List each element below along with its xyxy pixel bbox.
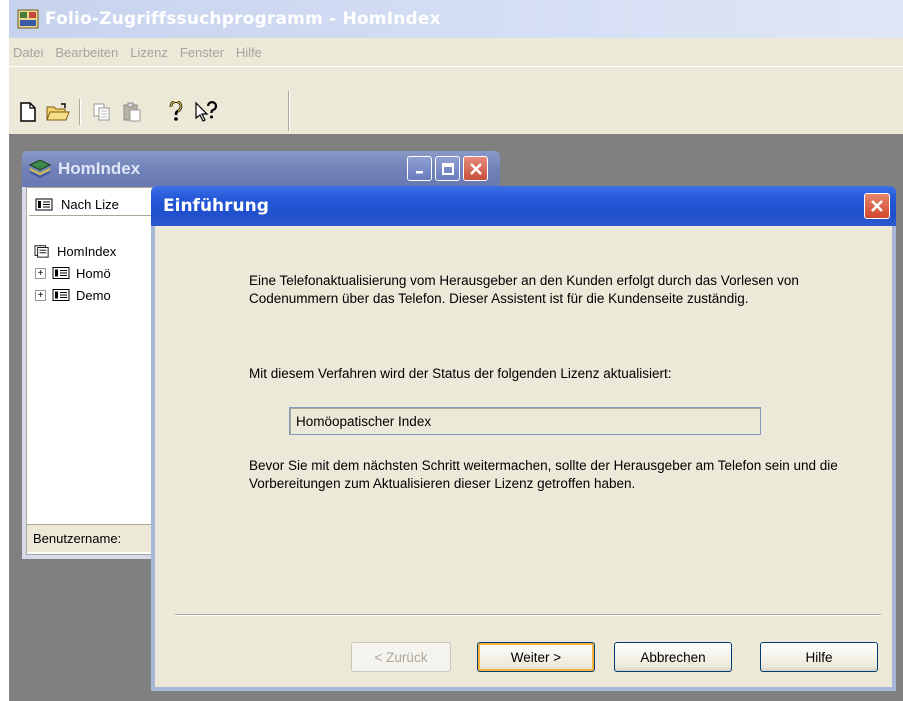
app-title: Folio-Zugriffssuchprogramm - HomIndex — [45, 9, 441, 29]
tab-nach-lizenz[interactable]: Nach Lize — [29, 194, 169, 216]
next-button[interactable]: Weiter > — [477, 642, 595, 672]
preparation-paragraph: Bevor Sie mit dem nächsten Schritt weite… — [249, 458, 838, 491]
tree-item-label: Demo — [76, 287, 111, 303]
cancel-button[interactable]: Abbrechen — [614, 642, 732, 672]
tree-item[interactable]: + Homö — [33, 262, 116, 284]
open-folder-icon[interactable] — [43, 97, 73, 127]
list-icon — [52, 267, 70, 279]
copy-icon[interactable] — [87, 97, 117, 127]
dialog-close-button[interactable] — [864, 193, 890, 219]
dialog-body: Eine Telefonaktualisierung vom Herausgeb… — [155, 226, 892, 687]
folio-app-icon — [17, 8, 39, 30]
dialog-divider — [175, 614, 881, 616]
tree-item-label: Homö — [76, 265, 111, 281]
new-document-icon[interactable] — [13, 97, 43, 127]
introduction-dialog: Einführung Eine Telefonaktualisierung vo… — [151, 186, 896, 691]
license-intro-text: Mit diesem Verfahren wird der Status der… — [249, 366, 672, 381]
toolbar — [9, 66, 903, 134]
menu-datei[interactable]: Datei — [13, 45, 43, 60]
menu-bar: Datei Bearbeiten Lizenz Fenster Hilfe — [9, 38, 903, 66]
expand-icon[interactable]: + — [35, 267, 46, 279]
license-name: Homöopatischer Index — [296, 413, 432, 429]
tab-label: Nach Lize — [61, 197, 119, 212]
toolbar-end-separator — [288, 91, 290, 131]
intro-paragraph: Eine Telefonaktualisierung vom Herausgeb… — [249, 273, 799, 306]
status-label: Benutzername: — [33, 531, 122, 546]
dialog-title: Einführung — [163, 196, 269, 216]
close-icon — [871, 200, 883, 212]
list-icon — [35, 198, 53, 211]
menu-bearbeiten[interactable]: Bearbeiten — [55, 45, 118, 60]
paste-icon[interactable] — [117, 97, 147, 127]
child-title: HomIndex — [58, 159, 141, 178]
maximize-button[interactable] — [435, 156, 460, 181]
tree-root[interactable]: HomIndex — [33, 240, 116, 262]
expand-icon[interactable]: + — [35, 289, 46, 301]
minimize-icon — [415, 170, 423, 173]
help-icon[interactable] — [161, 97, 191, 127]
maximize-icon — [441, 162, 454, 175]
menu-fenster[interactable]: Fenster — [180, 45, 224, 60]
dialog-titlebar[interactable]: Einführung — [151, 186, 896, 226]
menu-lizenz[interactable]: Lizenz — [130, 45, 168, 60]
context-help-icon[interactable] — [191, 97, 221, 127]
child-titlebar[interactable]: HomIndex — [22, 151, 500, 187]
library-icon — [34, 245, 49, 258]
tree-view: HomIndex + Homö + Demo — [33, 240, 116, 306]
close-button[interactable] — [463, 156, 488, 181]
tree-root-label: HomIndex — [57, 243, 117, 259]
back-button[interactable]: < Zurück — [351, 642, 451, 672]
minimize-button[interactable] — [407, 156, 432, 181]
help-button[interactable]: Hilfe — [760, 642, 878, 672]
license-name-field: Homöopatischer Index — [289, 407, 761, 435]
tree-item[interactable]: + Demo — [33, 284, 116, 306]
book-stack-icon — [28, 157, 52, 182]
toolbar-separator — [79, 99, 81, 125]
app-titlebar[interactable]: Folio-Zugriffssuchprogramm - HomIndex — [9, 0, 903, 38]
close-icon — [469, 162, 482, 175]
list-icon — [52, 289, 70, 301]
menu-hilfe[interactable]: Hilfe — [236, 45, 262, 60]
